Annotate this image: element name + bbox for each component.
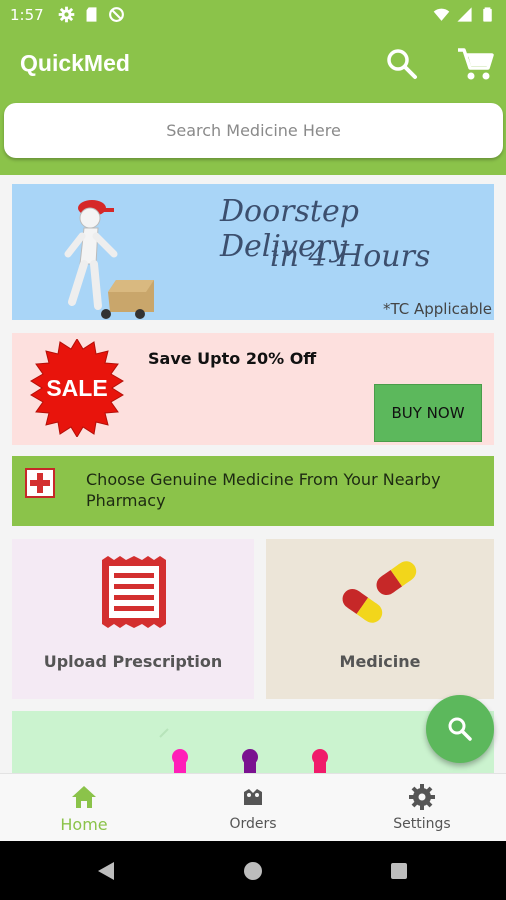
nav-orders-label: Orders <box>229 816 277 832</box>
gear-icon <box>58 6 75 23</box>
home-icon <box>72 786 96 808</box>
signal-icon <box>457 7 472 22</box>
settings-icon <box>409 784 435 810</box>
sale-badge-text: SALE <box>46 375 107 401</box>
battery-icon <box>483 7 492 22</box>
app-title: QuickMed <box>20 50 130 76</box>
sd-card-icon <box>86 7 97 22</box>
upload-prescription-card[interactable]: Upload Prescription <box>12 539 254 699</box>
buy-now-button[interactable]: BUY NOW <box>374 384 482 442</box>
nav-home[interactable]: Home <box>0 774 168 842</box>
sale-offer-text: Save Upto 20% Off <box>148 349 317 368</box>
status-time: 1:57 <box>10 6 44 24</box>
nav-settings-label: Settings <box>393 816 451 832</box>
search-input[interactable]: Search Medicine Here <box>4 103 503 158</box>
status-bar: 1:57 <box>0 0 506 30</box>
delivery-headline-line2: in 4 Hours <box>270 239 431 274</box>
delivery-banner[interactable]: Doorstep Delivery in 4 Hours *TC Applica… <box>12 184 494 320</box>
delivery-terms-note: *TC Applicable <box>382 300 492 318</box>
back-icon[interactable] <box>96 861 116 881</box>
nav-settings[interactable]: Settings <box>338 774 506 842</box>
search-icon <box>448 717 472 741</box>
floating-search-button[interactable] <box>426 695 494 763</box>
nav-orders[interactable]: Orders <box>169 774 337 842</box>
promo-banner-partial[interactable] <box>12 711 494 773</box>
bottom-navigation: Home Orders Settings <box>0 773 506 841</box>
medicine-label: Medicine <box>339 652 421 671</box>
wifi-icon <box>433 8 450 21</box>
home-circle-icon[interactable] <box>243 861 263 881</box>
prescription-icon <box>102 556 166 628</box>
sale-banner: SALE Save Upto 20% Off BUY NOW <box>12 333 494 445</box>
nav-home-label: Home <box>60 815 108 834</box>
no-disturb-icon <box>109 7 124 22</box>
medical-cross-icon <box>25 468 55 498</box>
system-navigation-bar <box>0 841 506 900</box>
orders-icon <box>244 789 262 805</box>
genuine-medicine-text: Choose Genuine Medicine From Your Nearby… <box>86 470 441 510</box>
search-icon[interactable] <box>384 46 420 82</box>
bottle-illustration <box>159 728 328 773</box>
medicine-card[interactable]: Medicine <box>266 539 494 699</box>
sale-badge: SALE <box>30 339 124 437</box>
cart-icon[interactable] <box>456 46 494 82</box>
delivery-man-illustration <box>64 200 154 319</box>
capsule-icon <box>342 561 417 623</box>
genuine-medicine-banner[interactable]: Choose Genuine Medicine From Your Nearby… <box>12 456 494 526</box>
app-bar: QuickMed Search Medicine Here <box>0 30 506 175</box>
recents-icon[interactable] <box>390 862 408 880</box>
upload-prescription-label: Upload Prescription <box>43 652 223 671</box>
